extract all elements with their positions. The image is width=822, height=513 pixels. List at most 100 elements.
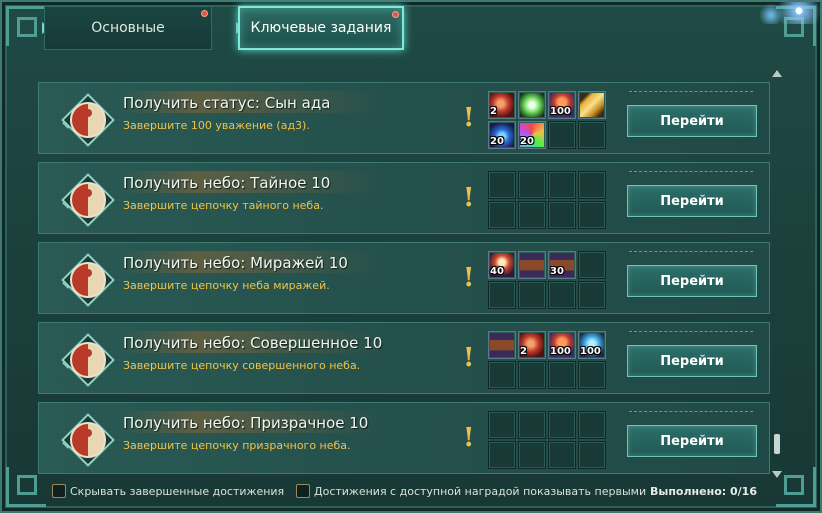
scroll-up-icon[interactable] — [772, 70, 782, 77]
empty-slot — [518, 201, 546, 229]
exclamation-icon: ! — [463, 343, 475, 373]
chest-icon[interactable] — [488, 331, 516, 359]
empty-slot — [518, 441, 546, 469]
fire-bundle-icon[interactable]: 100 — [548, 331, 576, 359]
tab-key-quests-label: Ключевые задания — [250, 20, 392, 36]
gold-ingot-icon[interactable] — [578, 91, 606, 119]
task-row: Получить небо: Миражей 10 Завершите цепо… — [38, 242, 770, 314]
scrollbar[interactable] — [772, 66, 782, 478]
task-description: Завершите цепочку неба миражей. — [123, 279, 330, 292]
go-button[interactable]: Перейти — [627, 425, 757, 457]
corner-ornament — [776, 467, 816, 507]
empty-slot — [518, 411, 546, 439]
hide-completed-label: Скрывать завершенные достижения — [70, 485, 285, 498]
yin-yang-emblem-icon — [57, 169, 119, 231]
task-title: Получить небо: Тайное 10 — [123, 174, 331, 192]
reward-grid: 2 100 100 — [488, 331, 607, 389]
button-ornament — [629, 331, 753, 341]
empty-slot — [488, 411, 516, 439]
exclamation-icon: ! — [463, 263, 475, 293]
task-row: Получить небо: Совершенное 10 Завершите … — [38, 322, 770, 394]
sparkle-effect — [750, 2, 820, 24]
tab-key-quests[interactable]: Ключевые задания — [238, 6, 404, 50]
yin-yang-emblem-icon — [57, 249, 119, 311]
empty-slot — [578, 201, 606, 229]
footer: Скрывать завершенные достижения Достижен… — [50, 484, 772, 502]
exclamation-icon: ! — [463, 423, 475, 453]
yin-yang-emblem-icon — [57, 89, 119, 151]
task-list: Получить статус: Сын ада Завершите 100 у… — [38, 66, 770, 478]
tab-main-label: Основные — [91, 20, 165, 36]
empty-slot — [488, 171, 516, 199]
empty-slot — [578, 441, 606, 469]
rainbow-gem-icon[interactable]: 20 — [518, 121, 546, 149]
scroll-thumb[interactable] — [774, 434, 780, 454]
fire-bundle-icon[interactable]: 100 — [548, 91, 576, 119]
reward-grid — [488, 411, 607, 469]
tab-bar: Основные Ключевые задания — [42, 6, 404, 54]
blue-gem-icon[interactable]: 20 — [488, 121, 516, 149]
alert-dot-icon — [201, 10, 208, 17]
chest-icon[interactable] — [518, 251, 546, 279]
button-ornament — [629, 251, 753, 261]
empty-slot — [548, 281, 576, 309]
empty-slot — [548, 441, 576, 469]
task-title: Получить небо: Призрачное 10 — [123, 414, 369, 432]
empty-slot — [578, 361, 606, 389]
empty-slot — [578, 121, 606, 149]
empty-slot — [518, 361, 546, 389]
empty-slot — [518, 281, 546, 309]
task-description: Завершите цепочку совершенного неба. — [123, 359, 361, 372]
empty-slot — [548, 201, 576, 229]
empty-slot — [548, 361, 576, 389]
show-available-first-checkbox[interactable] — [296, 484, 310, 498]
show-available-first-label: Достижения с доступной наградой показыва… — [314, 485, 647, 498]
task-description: Завершите цепочку тайного неба. — [123, 199, 324, 212]
empty-slot — [488, 201, 516, 229]
empty-slot — [548, 121, 576, 149]
reward-grid: 2 100 20 20 — [488, 91, 607, 149]
empty-slot — [518, 171, 546, 199]
go-button[interactable]: Перейти — [627, 185, 757, 217]
corner-ornament — [6, 6, 46, 46]
button-ornament — [629, 91, 753, 101]
reward-grid: 40 30 — [488, 251, 607, 309]
empty-slot — [548, 171, 576, 199]
button-ornament — [629, 411, 753, 421]
go-button[interactable]: Перейти — [627, 345, 757, 377]
chest-icon[interactable]: 30 — [548, 251, 576, 279]
exclamation-icon: ! — [463, 183, 475, 213]
task-row: Получить статус: Сын ада Завершите 100 у… — [38, 82, 770, 154]
completed-counter: Выполнено: 0/16 — [650, 485, 757, 498]
scroll-icon[interactable]: 40 — [488, 251, 516, 279]
alert-dot-icon — [392, 11, 399, 18]
button-ornament — [629, 171, 753, 181]
task-title: Получить небо: Совершенное 10 — [123, 334, 383, 352]
empty-slot — [578, 411, 606, 439]
red-potion-icon[interactable]: 2 — [488, 91, 516, 119]
empty-slot — [488, 361, 516, 389]
green-orb-icon[interactable] — [518, 91, 546, 119]
task-row: Получить небо: Призрачное 10 Завершите ц… — [38, 402, 770, 474]
yin-yang-emblem-icon — [57, 409, 119, 471]
empty-slot — [578, 251, 606, 279]
scroll-down-icon[interactable] — [772, 471, 782, 478]
tab-main[interactable]: Основные — [44, 6, 212, 50]
blue-orb-icon[interactable]: 100 — [578, 331, 606, 359]
task-title: Получить небо: Миражей 10 — [123, 254, 348, 272]
yin-yang-emblem-icon — [57, 329, 119, 391]
go-button[interactable]: Перейти — [627, 265, 757, 297]
task-description: Завершите цепочку призрачного неба. — [123, 439, 351, 452]
task-description: Завершите 100 уважение (ад3). — [123, 119, 310, 132]
empty-slot — [488, 441, 516, 469]
task-row: Получить небо: Тайное 10 Завершите цепоч… — [38, 162, 770, 234]
go-button[interactable]: Перейти — [627, 105, 757, 137]
empty-slot — [578, 171, 606, 199]
reward-grid — [488, 171, 607, 229]
empty-slot — [488, 281, 516, 309]
empty-slot — [578, 281, 606, 309]
task-title: Получить статус: Сын ада — [123, 94, 331, 112]
red-potion-icon[interactable]: 2 — [518, 331, 546, 359]
hide-completed-checkbox[interactable] — [52, 484, 66, 498]
empty-slot — [548, 411, 576, 439]
